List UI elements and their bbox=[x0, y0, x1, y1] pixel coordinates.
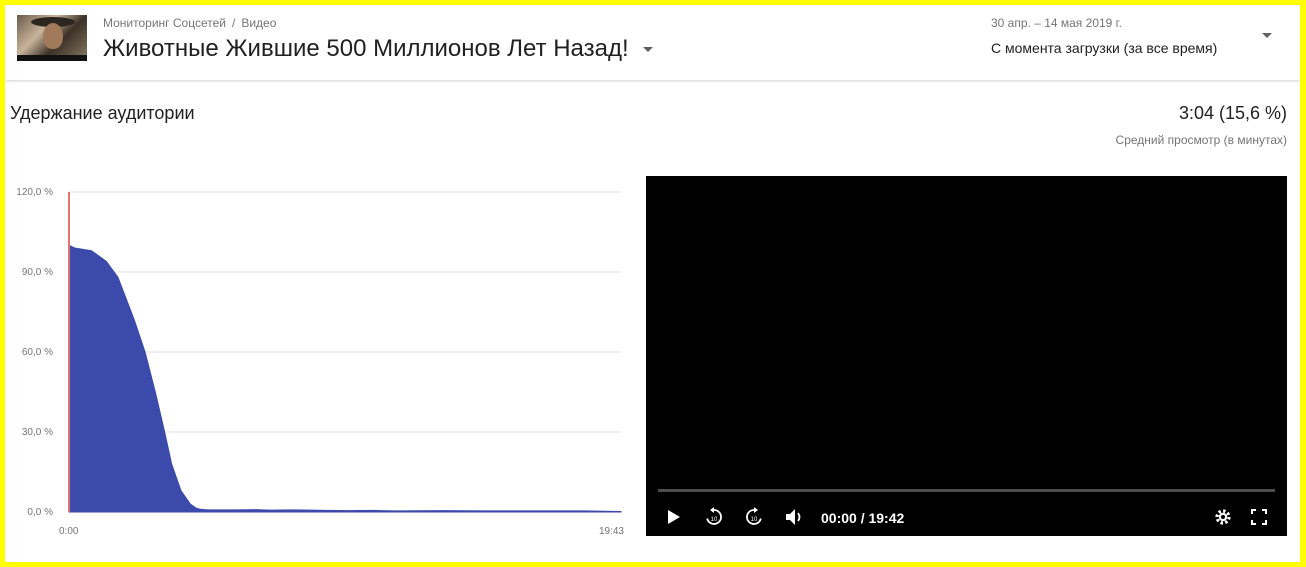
forward-10-icon[interactable]: 10 bbox=[743, 506, 765, 528]
fullscreen-icon[interactable] bbox=[1248, 506, 1270, 528]
date-range-dates: 30 апр. – 14 мая 2019 г. bbox=[991, 16, 1122, 30]
volume-icon[interactable] bbox=[784, 506, 806, 528]
player-time: 00:00 / 19:42 bbox=[821, 510, 905, 526]
breadcrumb-video[interactable]: Видео bbox=[241, 16, 276, 30]
retention-chart[interactable]: 0,0 % 30,0 % 60,0 % 90,0 % 120,0 % 0:00 19:43 bbox=[5, 180, 635, 550]
thumbnail-face bbox=[43, 23, 63, 49]
retention-chart-svg[interactable]: 0,0 % 30,0 % 60,0 % 90,0 % 120,0 % 0:00 19:43 bbox=[5, 180, 635, 550]
x-tick-label-end: 19:43 bbox=[599, 526, 624, 537]
video-title: Животные Жившие 500 Миллионов Лет Назад! bbox=[103, 35, 629, 62]
date-range-selector[interactable]: 30 апр. – 14 мая 2019 г. С момента загру… bbox=[991, 16, 1217, 56]
video-select-caret-icon[interactable] bbox=[642, 46, 653, 52]
page-header: Мониторинг Соцсетей / Видео Животные Живши… bbox=[5, 5, 1300, 80]
analytics-panel: Мониторинг Соцсетей / Видео Животные Живши… bbox=[5, 5, 1300, 562]
player-controls: 10 10 00:00 / 19:42 bbox=[646, 502, 1287, 532]
average-view-label: Средний просмотр (в минутах) bbox=[1115, 133, 1287, 147]
date-range-caret-icon[interactable] bbox=[1262, 33, 1272, 38]
video-thumbnail[interactable] bbox=[17, 15, 87, 61]
y-tick-label: 120,0 % bbox=[16, 187, 53, 198]
play-icon[interactable] bbox=[663, 506, 685, 528]
breadcrumb-channel[interactable]: Мониторинг Соцсетей bbox=[103, 16, 226, 30]
x-tick-label-start: 0:00 bbox=[59, 526, 79, 537]
y-tick-label: 0,0 % bbox=[27, 507, 53, 518]
settings-gear-icon[interactable] bbox=[1212, 506, 1234, 528]
date-range-period: С момента загрузки (за все время) bbox=[991, 40, 1218, 56]
svg-text:10: 10 bbox=[711, 517, 718, 523]
video-progress-bar[interactable] bbox=[658, 489, 1275, 492]
video-title-row[interactable]: Животные Жившие 500 Миллионов Лет Назад! bbox=[103, 35, 653, 63]
y-tick-label: 30,0 % bbox=[22, 427, 53, 438]
thumbnail-letterbox bbox=[17, 55, 87, 61]
rewind-10-icon[interactable]: 10 bbox=[703, 506, 725, 528]
average-view-value: 3:04 (15,6 %) bbox=[1178, 103, 1287, 123]
y-tick-label: 90,0 % bbox=[22, 267, 53, 278]
breadcrumb-separator: / bbox=[231, 16, 236, 30]
section-title: Удержание аудитории bbox=[10, 103, 195, 123]
video-player[interactable]: 10 10 00:00 / 19:42 bbox=[646, 176, 1287, 536]
y-tick-label: 60,0 % bbox=[22, 347, 53, 358]
breadcrumb: Мониторинг Соцсетей / Видео bbox=[103, 16, 276, 30]
svg-text:10: 10 bbox=[751, 517, 758, 523]
retention-area[interactable] bbox=[68, 244, 622, 513]
